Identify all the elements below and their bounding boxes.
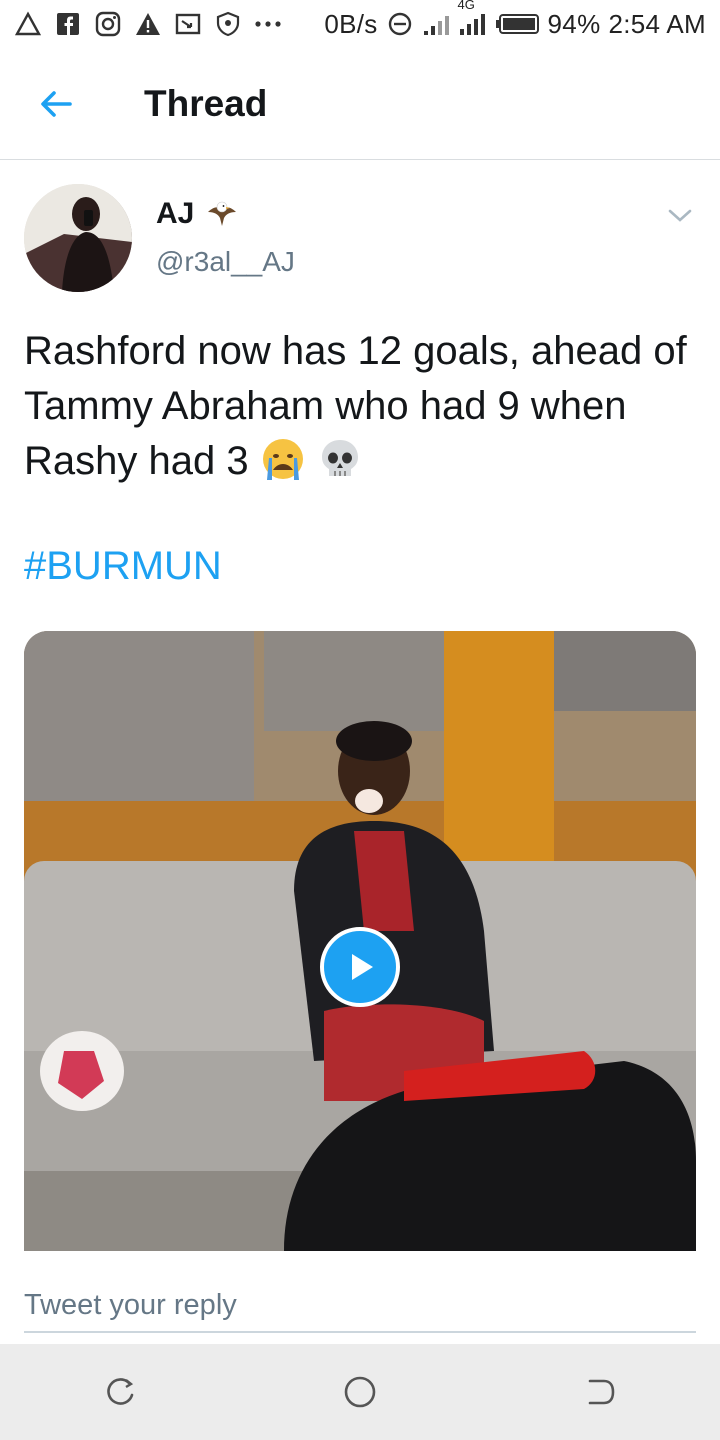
author-handle[interactable]: @r3al__AJ bbox=[156, 246, 295, 278]
home-button[interactable] bbox=[320, 1352, 400, 1432]
play-icon bbox=[352, 954, 373, 980]
dnd-icon bbox=[386, 10, 414, 38]
home-icon bbox=[344, 1376, 376, 1408]
skull-emoji bbox=[321, 440, 358, 476]
warning-icon bbox=[134, 10, 162, 38]
cast-icon bbox=[174, 10, 202, 38]
back-arrow-icon bbox=[41, 90, 72, 117]
network-signal: 4G bbox=[458, 0, 488, 37]
recent-apps-icon bbox=[107, 1378, 134, 1405]
eagle-emoji bbox=[208, 201, 237, 226]
more-dots-icon bbox=[254, 10, 282, 38]
tweet-menu-button[interactable] bbox=[660, 196, 700, 236]
tweet-video[interactable] bbox=[24, 631, 696, 1251]
author-row: AJ bbox=[156, 196, 240, 232]
avatar-image bbox=[24, 184, 132, 292]
app-header: Thread bbox=[0, 48, 720, 160]
battery-percent: 94% bbox=[547, 8, 601, 39]
chevron-down-icon bbox=[668, 209, 692, 222]
tweet-text: Rashford now has 12 goals, ahead of Tamm… bbox=[24, 324, 704, 489]
status-right: 0B/s 4G 94% 2:54 AM bbox=[324, 0, 706, 40]
clock: 2:54 AM bbox=[608, 8, 706, 39]
back-button[interactable] bbox=[0, 48, 112, 160]
signal-bars-icon bbox=[459, 14, 485, 35]
hashtag-link[interactable]: #BURMUN bbox=[24, 544, 222, 589]
network-type: 4G bbox=[457, 0, 475, 12]
status-left-icons bbox=[14, 10, 282, 38]
system-nav-bar bbox=[0, 1344, 720, 1440]
battery-icon bbox=[495, 10, 540, 38]
avatar[interactable] bbox=[24, 184, 132, 292]
shield-icon bbox=[214, 10, 242, 38]
play-button[interactable] bbox=[320, 927, 400, 1007]
reply-input[interactable] bbox=[24, 1279, 696, 1333]
alert-icon bbox=[14, 10, 42, 38]
author-name[interactable]: AJ bbox=[156, 197, 194, 231]
crying-face-emoji bbox=[262, 439, 303, 480]
reply-bar bbox=[0, 1251, 720, 1344]
instagram-icon bbox=[94, 10, 122, 38]
status-bar: 0B/s 4G 94% 2:54 AM bbox=[0, 0, 720, 48]
net-speed: 0B/s bbox=[324, 8, 378, 39]
signal-icon bbox=[422, 10, 450, 38]
back-nav-icon bbox=[588, 1379, 615, 1405]
facebook-icon bbox=[54, 10, 82, 38]
back-nav-button[interactable] bbox=[560, 1352, 640, 1432]
page-title: Thread bbox=[144, 82, 268, 124]
recent-apps-button[interactable] bbox=[80, 1352, 160, 1432]
